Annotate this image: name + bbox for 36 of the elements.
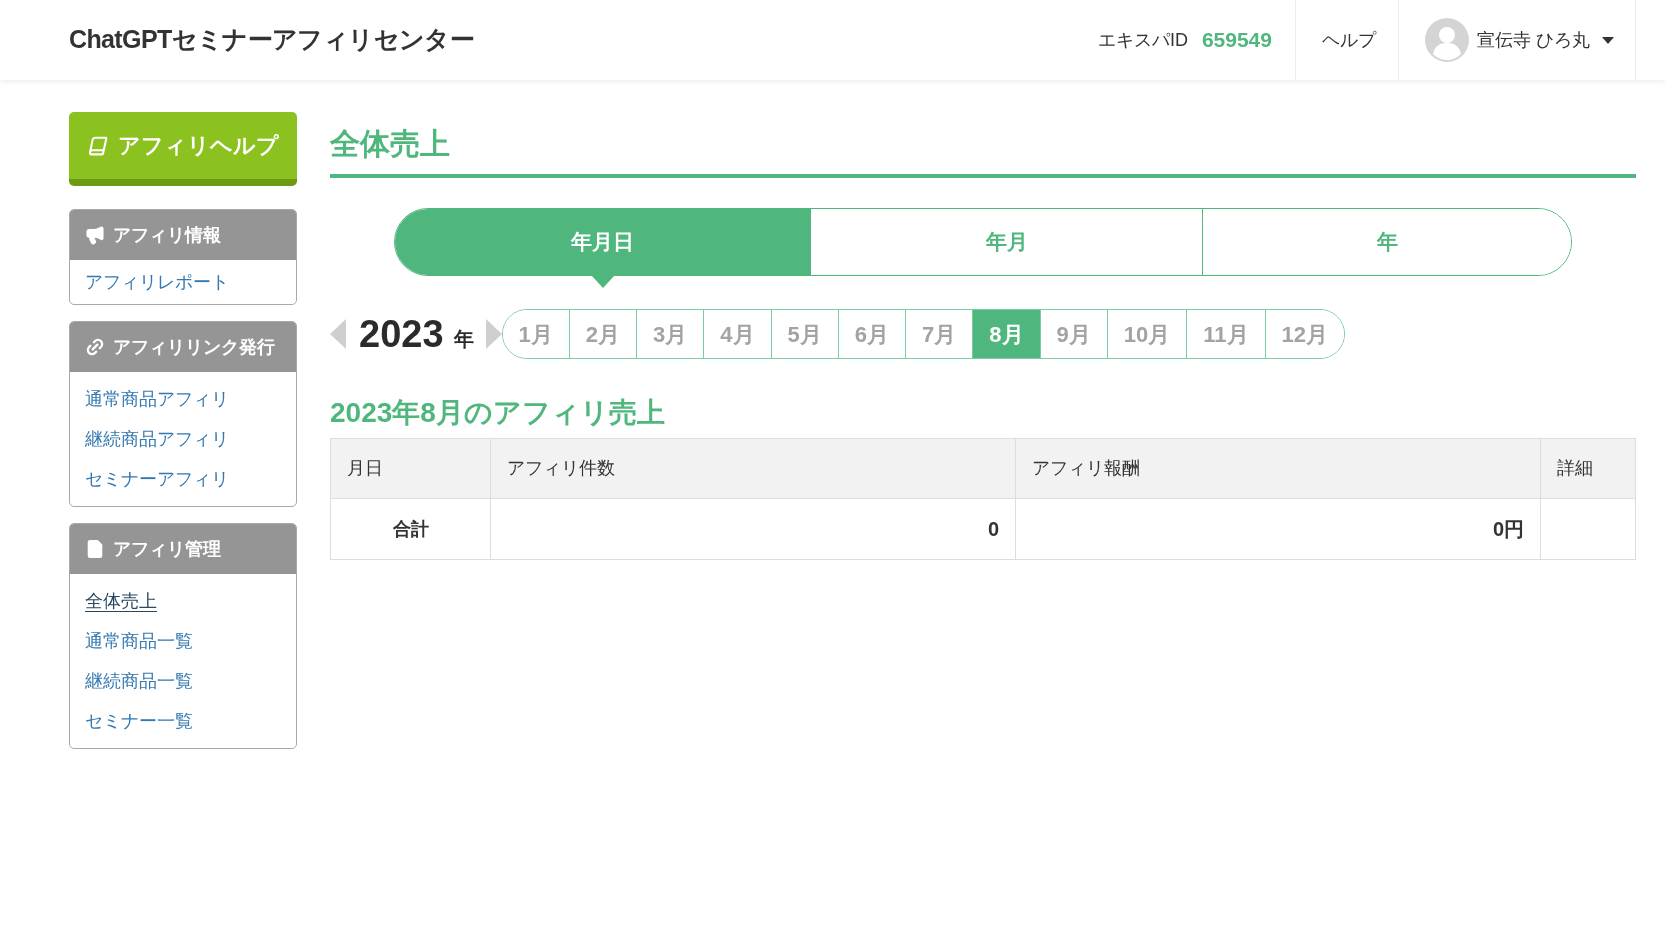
table-cell: 0 — [987, 518, 999, 540]
sidebar-link[interactable]: アフィリレポート — [85, 268, 229, 296]
period-tab[interactable]: 年 — [1202, 209, 1571, 275]
section-title: 2023年8月のアフィリ売上 — [330, 396, 666, 430]
help-button[interactable]: アフィリヘルプ — [69, 112, 297, 186]
caret-icon — [1602, 36, 1614, 44]
panel-title: アフィリリンク発行 — [113, 335, 275, 359]
panel-title: アフィリ管理 — [113, 537, 221, 561]
column-header: 月日 — [347, 458, 383, 478]
site-title: ChatGPTセミナーアフィリセンター — [69, 24, 475, 56]
page-title: 全体売上 — [330, 126, 451, 162]
column-header: アフィリ件数 — [507, 458, 615, 478]
sidebar-link[interactable]: 継続商品アフィリ — [85, 425, 229, 453]
column-header: 詳細 — [1557, 458, 1593, 478]
sidebar-link[interactable]: 通常商品一覧 — [85, 627, 193, 655]
month-tab[interactable]: 8月 — [972, 310, 1040, 358]
megaphone-icon — [85, 225, 105, 245]
help-link[interactable]: ヘルプ — [1296, 26, 1398, 54]
table-cell: 0円 — [1492, 518, 1524, 540]
expa-id-label: エキスパID — [1097, 28, 1188, 52]
expa-id-value: 659549 — [1201, 27, 1272, 54]
sidebar-link[interactable]: セミナーアフィリ — [85, 465, 229, 493]
year-value: 2023 — [359, 315, 444, 353]
panel-title: アフィリ情報 — [113, 223, 221, 247]
month-tab[interactable]: 12月 — [1264, 310, 1345, 358]
year-unit: 年 — [453, 327, 474, 352]
user-menu[interactable]: 宣伝寺 ひろ丸 — [1399, 18, 1635, 62]
sidebar-link[interactable]: 継続商品一覧 — [85, 667, 193, 695]
previous-year-icon[interactable] — [330, 319, 346, 349]
sidebar-link[interactable]: セミナー一覧 — [85, 707, 193, 735]
column-header: アフィリ報酬 — [1032, 458, 1140, 478]
sidebar-link[interactable]: 通常商品アフィリ — [85, 385, 229, 413]
table-cell: 合計 — [392, 518, 429, 539]
avatar-icon — [1425, 18, 1469, 62]
document-icon — [85, 538, 105, 560]
sidebar-link[interactable]: 全体売上 — [85, 587, 157, 615]
